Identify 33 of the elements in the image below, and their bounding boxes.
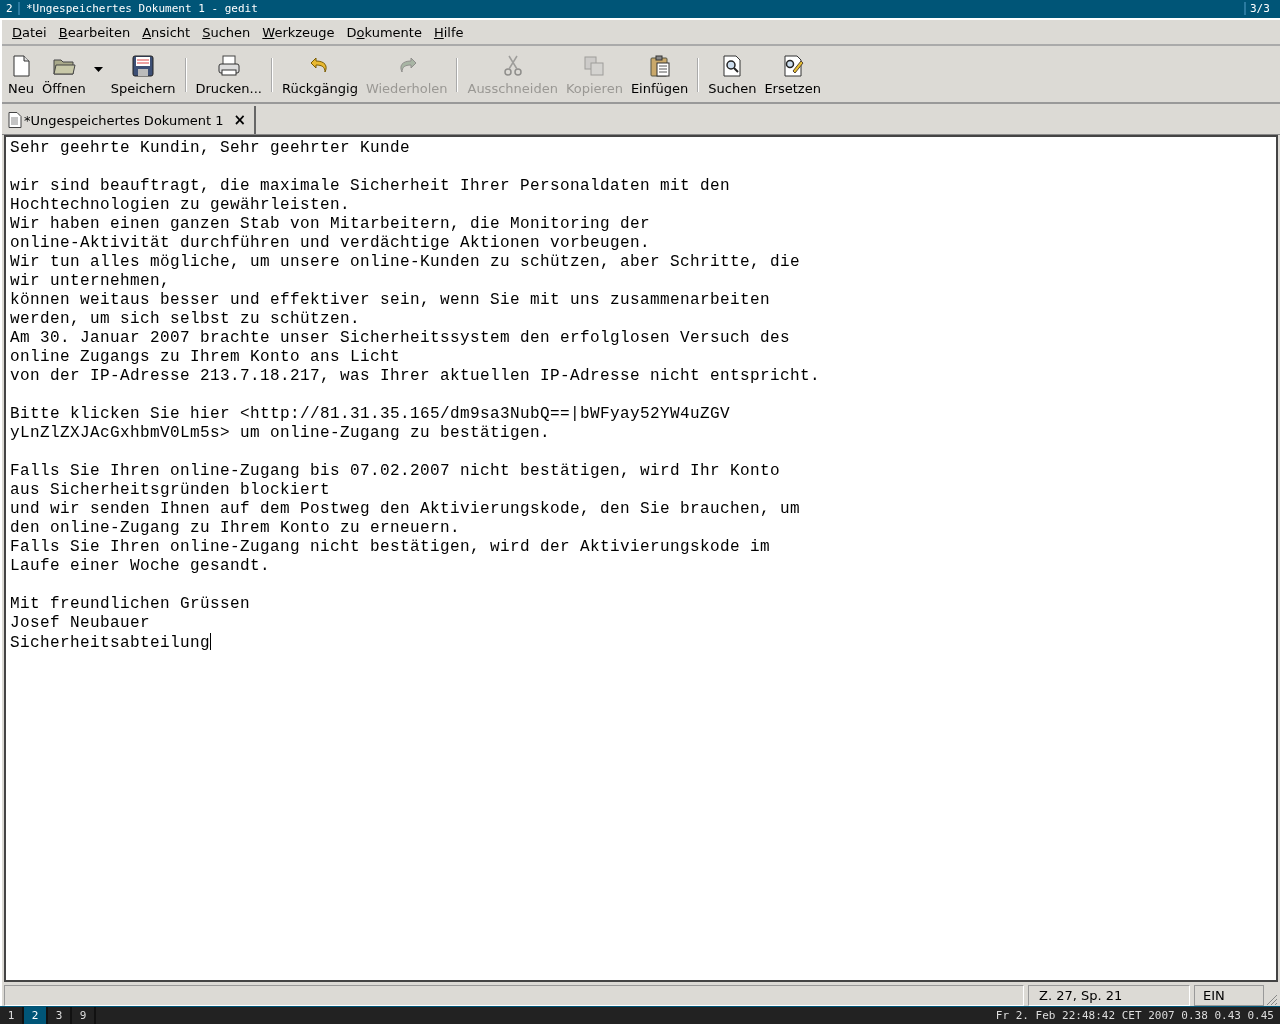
toolbar-button[interactable]: Drucken... (191, 48, 266, 100)
window-count: 3/3 (1244, 2, 1280, 15)
caret-icon (93, 66, 103, 72)
resize-grip-icon[interactable] (1264, 992, 1278, 1006)
cursor-position: Z. 27, Sp. 21 (1028, 985, 1190, 1006)
menu-item[interactable]: Werkzeuge (256, 24, 341, 40)
menu-item[interactable]: Dokumente (340, 24, 428, 40)
menu-item[interactable]: Ansicht (136, 24, 197, 40)
workspace-number: 2 (0, 2, 20, 15)
toolbar-button[interactable]: Ersetzen (760, 48, 825, 100)
menu-item[interactable]: Bearbeiten (52, 24, 137, 40)
menu-item[interactable]: Hilfe (427, 24, 470, 40)
toolbar-button[interactable]: Öffnen (37, 48, 90, 100)
system-status: Fr 2. Feb 22:48:42 CET 2007 0.38 0.43 0.45 (995, 1009, 1275, 1022)
toolbar-button[interactable]: Suchen (704, 48, 761, 100)
printer-icon (216, 54, 241, 78)
toolbar-button[interactable]: Speichern (106, 48, 180, 100)
toolbar-button[interactable]: Neu (4, 48, 38, 100)
menu-item[interactable]: Datei (6, 24, 53, 40)
workspace-tab[interactable]: 9 (72, 1007, 96, 1024)
menu-item[interactable]: Suchen (196, 24, 257, 40)
copy-icon (582, 54, 607, 78)
workspace-tab[interactable]: 2 (24, 1007, 48, 1024)
text-editor[interactable]: Sehr geehrte Kundin, Sehr geehrter Kunde wir sind beauftragt, die maximale Sicherheit Ihrer Personaldaten mit den Hochtechnologien zu gewährleisten. Wir haben einen ganzen Stab von Mitarbeitern, die Monitoring der online-Aktivität durchführen und verdächtige Aktionen vorbeugen. Wir tun alles mögliche, um unsere online-Kunden zu schützen, aber Schritte, die wir unternehmen, können weitaus besser und effektiver sein, wenn Sie mit uns zusammenarbeiten werden, um sich selbst zu schützen. Am 30. Januar 2007 brachte unser Sicherheitssystem den erfolglosen Versuch des online Zugangs zu Ihrem Konto ans Licht von der IP-Adresse 213.7.18.217, was Ihrer aktuellen IP-Adresse nicht entspricht. Bitte klicken Sie hier <http://81.31.35.165/dm9sa3NubQ==|bWFyay52YW4uZGV yLnZlZXJAcGxhbmV0Lm5s> um online-Zugang zu bestätigen. Falls Sie Ihren online-Zugang bis 07.02.2007 nicht bestätigen, wird Ihr Konto aus Sicherheitsgründen blockiert und wir senden Ihnen auf dem Postweg den Aktivierungskode, den Sie brauchen, um den online-Zugang zu Ihrem Konto zu erneuern. Falls Sie Ihren online-Zugang nicht bestätigen, wird der Aktivierungskode im Laufe einer Woche gesandt. Mit freundlichen Grüssen Josef Neubauer Sicherheitsabteilung (4, 135, 1278, 982)
clipboard-icon (647, 54, 672, 78)
workspace-tab[interactable]: 3 (48, 1007, 72, 1024)
tab-label: *Ungespeichertes Dokument 1 (24, 112, 224, 128)
toolbar-button[interactable]: Einfügen (626, 48, 693, 100)
close-button[interactable]: × (233, 111, 247, 129)
insert-mode: EIN (1194, 985, 1264, 1006)
document-icon (8, 112, 22, 128)
toolbar-button[interactable]: Rückgängig (277, 48, 362, 100)
window-title: *Ungespeichertes Dokument 1 - gedit (25, 2, 259, 15)
